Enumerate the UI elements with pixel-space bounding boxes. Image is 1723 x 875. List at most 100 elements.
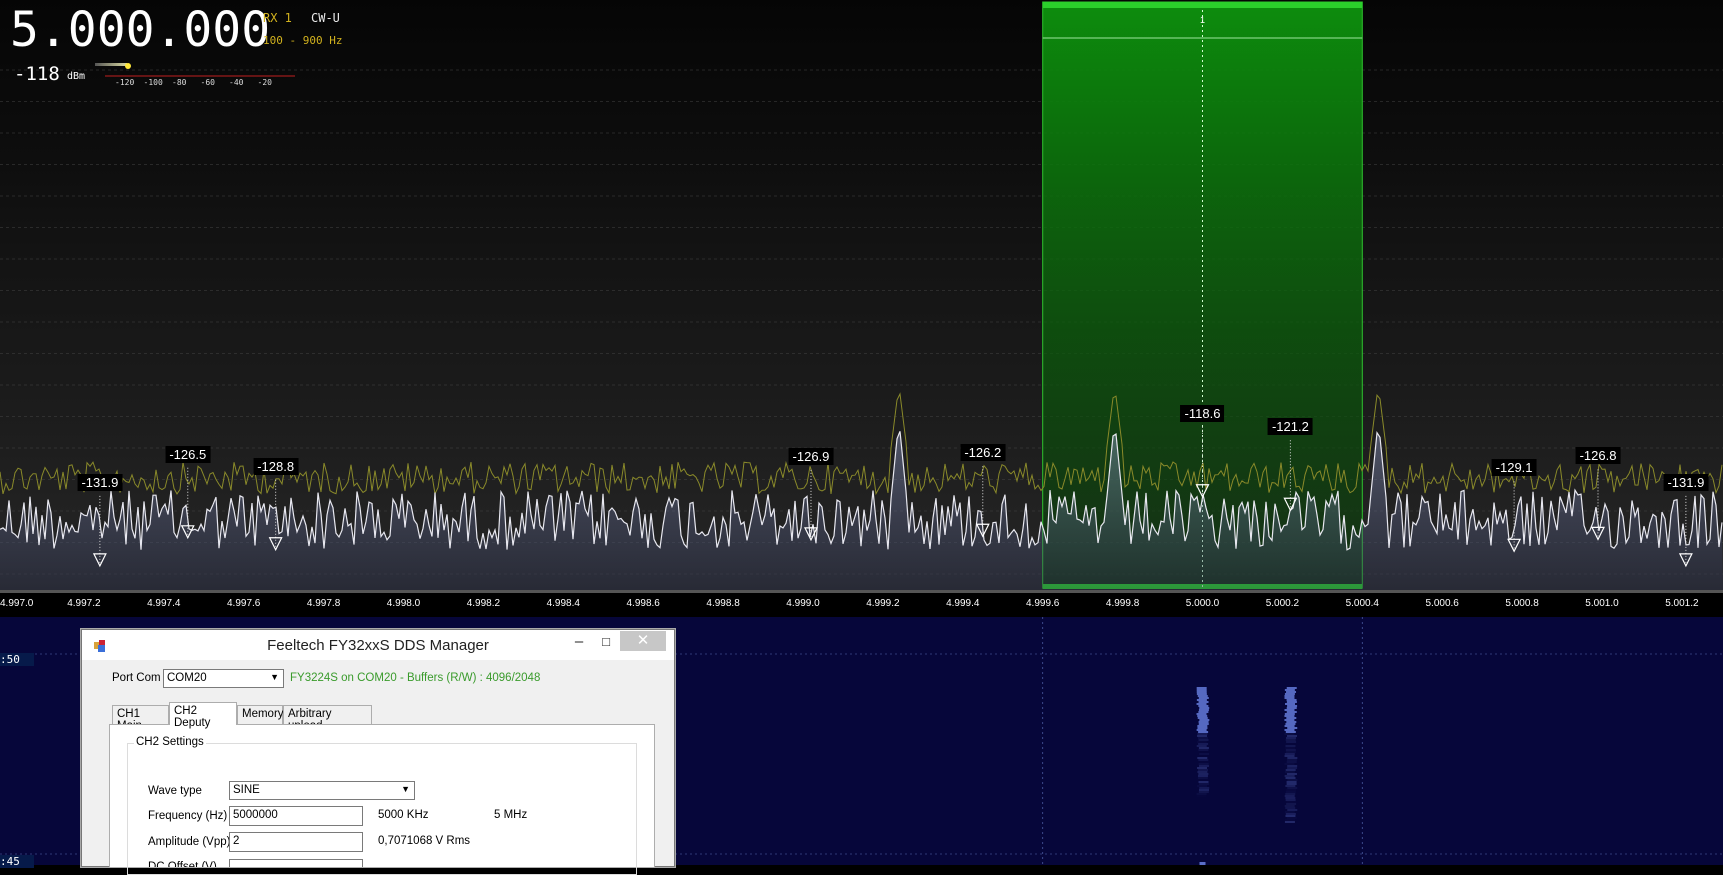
waterfall-signal: [1197, 733, 1208, 735]
waterfall-signal: [1285, 793, 1296, 795]
waterfall-signal: [1285, 769, 1296, 771]
receiver-label[interactable]: RX 1: [263, 11, 292, 25]
waterfall-signal: [1285, 815, 1296, 817]
waterfall-signal: [1285, 813, 1296, 815]
waterfall-signal: [1286, 687, 1297, 689]
tab-ch1-main[interactable]: CH1 Main: [112, 705, 169, 732]
waterfall-signal: [1198, 723, 1209, 725]
waterfall-signal: [1197, 695, 1208, 697]
waterfall-signal: [1286, 701, 1297, 703]
dc-offset-input[interactable]: [229, 859, 363, 867]
close-button[interactable]: ✕: [620, 631, 666, 651]
smeter-scale-tick: -120: [115, 78, 135, 87]
frequency-input[interactable]: 5000000: [229, 806, 363, 826]
waterfall-signal: [1198, 773, 1209, 775]
waterfall-signal: [1199, 753, 1210, 755]
waterfall-signal: [1198, 721, 1209, 723]
waterfall-signal: [1197, 735, 1208, 737]
waterfall-signal: [1287, 757, 1298, 759]
tab-ch2-deputy[interactable]: CH2 Deputy: [169, 702, 237, 729]
waterfall-signal: [1196, 689, 1207, 691]
tab-arbitrary-upload[interactable]: Arbitrary upload: [283, 705, 372, 732]
amplitude-rms: 0,7071068 V Rms: [378, 835, 471, 847]
waterfall-signal: [1285, 743, 1295, 745]
smeter-scale-tick: -100: [143, 78, 163, 87]
waterfall-signal: [1285, 749, 1296, 751]
waterfall-signal: [1285, 739, 1296, 741]
waterfall-signal: [1196, 703, 1207, 705]
axis-tick-label: 5.001.0: [1585, 598, 1619, 609]
waterfall-signal: [1197, 795, 1207, 797]
waterfall-signal: [1286, 717, 1297, 719]
connection-status: FY3224S on COM20 - Buffers (R/W) : 4096/…: [290, 672, 541, 684]
axis-tick-label: 5.000.8: [1505, 598, 1539, 609]
waterfall-signal: [1285, 799, 1296, 801]
waterfall-signal: [1284, 771, 1295, 773]
dds-manager-window[interactable]: Feeltech FY32xxS DDS Manager – □ ✕ Port …: [81, 629, 675, 875]
amplitude-input[interactable]: 2: [229, 832, 363, 852]
waterfall-signal: [1285, 737, 1296, 739]
waterfall-signal: [1286, 783, 1297, 785]
waterfall-signal: [1199, 707, 1210, 709]
waterfall-signal: [1196, 729, 1207, 731]
minimize-button[interactable]: –: [564, 631, 594, 653]
waterfall-signal: [1198, 781, 1209, 783]
waterfall-signal: [1198, 755, 1208, 757]
waterfall-signal: [1286, 801, 1296, 803]
wave-type-select[interactable]: SINE ▼: [229, 781, 415, 800]
waterfall-signal: [1285, 703, 1296, 705]
waterfall-signal: [1199, 719, 1210, 721]
peak-label: -129.1: [1491, 459, 1537, 477]
waterfall-signal: [1285, 751, 1296, 753]
axis-tick-label: 4.998.6: [626, 598, 660, 609]
axis-tick-label: 4.997.4: [147, 598, 181, 609]
spectrum-display[interactable]: 1 5.000.000 RX 1 CW-U 100 - 900 Hz -118 …: [0, 0, 1723, 609]
frequency-label: Frequency (Hz): [148, 810, 228, 822]
waterfall-signal: [1284, 695, 1295, 697]
axis-tick-label: 4.998.0: [386, 598, 421, 609]
port-select[interactable]: COM20 ▼: [163, 669, 284, 688]
waterfall-signal: [1284, 729, 1295, 731]
maximize-button[interactable]: □: [591, 631, 621, 653]
title-bar[interactable]: Feeltech FY32xxS DDS Manager – □ ✕: [82, 630, 674, 660]
waterfall-signal: [1284, 733, 1295, 735]
axis-tick-label: 4.997.2: [67, 598, 101, 609]
waterfall-signal: [1285, 723, 1296, 725]
waterfall-time-label: :50: [0, 653, 34, 666]
waterfall-signal: [1196, 745, 1207, 747]
waterfall-signal: [1285, 777, 1296, 779]
waterfall-signal: [1197, 757, 1208, 759]
smeter-scale-tick: -40: [229, 78, 244, 87]
axis-tick-label: 5.001.2: [1665, 598, 1699, 609]
waterfall-signal: [1198, 789, 1209, 791]
waterfall-signal: [1197, 717, 1208, 719]
waterfall-signal: [1287, 767, 1298, 769]
axis-tick-label: 4.999.8: [1105, 598, 1140, 609]
waterfall-signal: [1285, 807, 1296, 809]
wave-type-value: SINE: [233, 784, 260, 796]
axis-tick-label: 5.000.0: [1185, 598, 1220, 609]
waterfall-signal: [1198, 731, 1209, 733]
axis-tick-label: 4.997.0: [0, 598, 34, 609]
waterfall-signal: [1198, 791, 1209, 793]
waterfall-signal: [1287, 779, 1298, 781]
mode-label[interactable]: CW-U: [311, 11, 340, 25]
waterfall-signal: [1286, 759, 1297, 761]
waterfall-signal: [1284, 755, 1295, 757]
filter-bandwidth[interactable]: 100 - 900 Hz: [263, 34, 342, 47]
waterfall-signal: [1287, 787, 1298, 789]
tab-memory[interactable]: Memory: [237, 705, 284, 724]
waterfall-signal: [1287, 809, 1298, 811]
waterfall-signal: [1199, 779, 1209, 781]
waterfall-signal: [1286, 789, 1297, 791]
peak-label: -128.8: [253, 457, 299, 475]
vfo-frequency[interactable]: 5.000.000: [10, 4, 270, 56]
spectrum-plot[interactable]: 1: [0, 0, 1723, 607]
smeter-scale-tick: -60: [200, 78, 215, 87]
group-title: CH2 Settings: [134, 736, 206, 748]
waterfall-signal: [1284, 753, 1295, 755]
waterfall-signal: [1196, 693, 1207, 695]
waterfall-signal: [1284, 763, 1295, 765]
waterfall-signal: [1286, 711, 1297, 713]
axis-separator: [0, 590, 1723, 593]
